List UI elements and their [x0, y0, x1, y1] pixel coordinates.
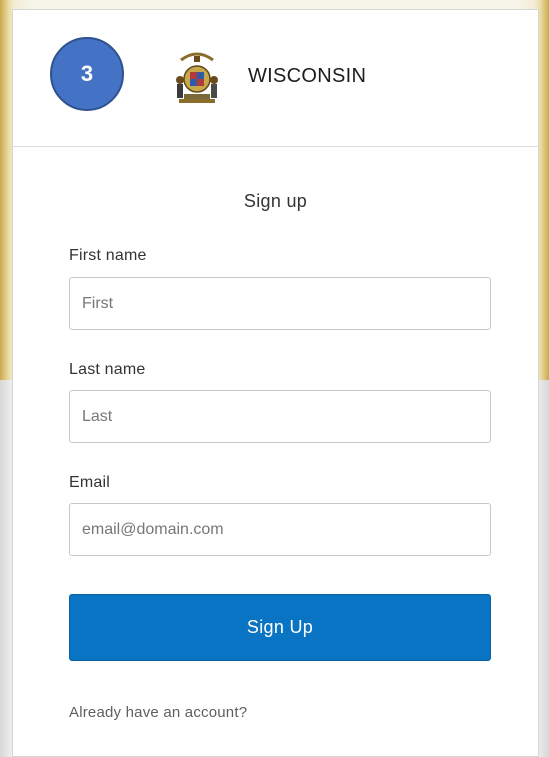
email-field[interactable] — [69, 503, 491, 556]
sign-in-link[interactable]: Already have an account? — [69, 704, 247, 721]
form-title: Sign up — [243, 191, 308, 211]
step-number-badge: 3 — [50, 37, 124, 111]
sign-up-button[interactable]: Sign Up — [69, 594, 491, 661]
first-name-label: First name — [69, 247, 147, 264]
card-header: 3 WISCONSIN — [13, 10, 538, 147]
email-label: Email — [69, 474, 111, 491]
last-name-label: Last name — [69, 361, 146, 378]
org-name: WISCONSIN — [248, 65, 367, 87]
state-seal-icon — [176, 52, 218, 103]
first-name-field[interactable] — [69, 277, 491, 330]
signup-card: 3 WISCONSIN Sign up First name Last name… — [12, 9, 539, 757]
last-name-field[interactable] — [69, 390, 491, 443]
